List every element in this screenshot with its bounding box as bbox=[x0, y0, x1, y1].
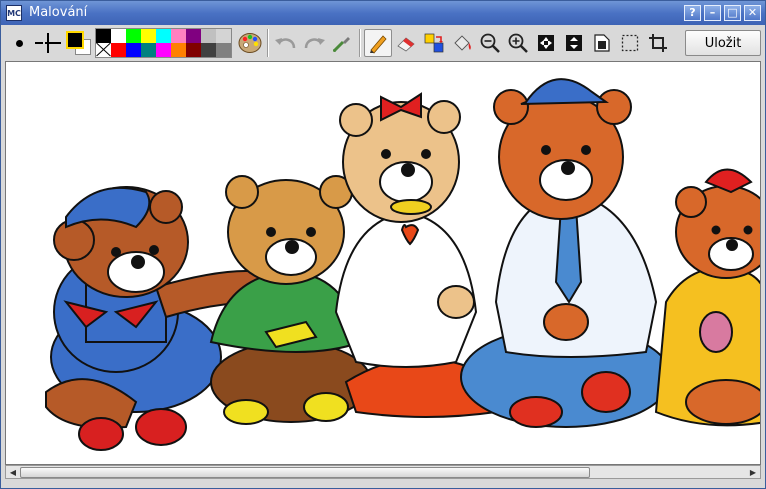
toolbar: Uložit bbox=[5, 27, 761, 59]
zoom-in-icon bbox=[508, 33, 528, 53]
palette-swatch[interactable] bbox=[111, 43, 126, 57]
crop-icon bbox=[649, 34, 667, 52]
horizontal-scrollbar[interactable]: ◀ ▶ bbox=[5, 465, 761, 479]
help-button[interactable]: ? bbox=[684, 5, 701, 21]
brush-size-button[interactable] bbox=[5, 29, 33, 57]
drawing-canvas[interactable] bbox=[5, 61, 761, 465]
palette-swatch[interactable] bbox=[201, 29, 216, 43]
color-palette bbox=[95, 28, 232, 58]
color-picker-button[interactable] bbox=[236, 29, 264, 57]
palette-swatch[interactable] bbox=[96, 43, 111, 57]
redo-icon bbox=[304, 38, 325, 49]
teddy-bears-image bbox=[45, 78, 760, 451]
scroll-right-icon[interactable]: ▶ bbox=[747, 467, 759, 478]
title-bar[interactable]: MC Malování ? – □ ✕ bbox=[1, 1, 765, 25]
palette-icon bbox=[238, 33, 262, 53]
fill-bucket-icon bbox=[454, 35, 471, 51]
zoom-out-button[interactable] bbox=[476, 29, 504, 57]
minimize-button[interactable]: – bbox=[704, 5, 721, 21]
resize-icon bbox=[566, 35, 582, 51]
color-replace-icon bbox=[424, 33, 444, 53]
palette-swatch[interactable] bbox=[111, 29, 126, 43]
resize-button[interactable] bbox=[560, 29, 588, 57]
zoom-out-icon bbox=[480, 33, 500, 53]
palette-swatch[interactable] bbox=[156, 29, 171, 43]
maximize-button[interactable]: □ bbox=[724, 5, 741, 21]
image-properties-button[interactable] bbox=[588, 29, 616, 57]
palette-swatch[interactable] bbox=[141, 29, 156, 43]
palette-swatch[interactable] bbox=[126, 29, 141, 43]
pencil-icon bbox=[370, 35, 387, 54]
paint-window: MC Malování ? – □ ✕ Uložit ◀ ▶ bbox=[0, 0, 766, 489]
window-title: Malování bbox=[29, 5, 88, 20]
zoom-in-button[interactable] bbox=[504, 29, 532, 57]
foreground-color bbox=[66, 31, 84, 49]
current-colors[interactable] bbox=[63, 29, 93, 57]
pencil-button[interactable] bbox=[364, 29, 392, 57]
redo-button[interactable] bbox=[300, 29, 328, 57]
palette-swatch[interactable] bbox=[186, 43, 201, 57]
bear-yellow-dress bbox=[654, 168, 760, 427]
color-replace-button[interactable] bbox=[420, 29, 448, 57]
bear-shirt-tie bbox=[460, 78, 672, 428]
eraser-button[interactable] bbox=[392, 29, 420, 57]
palette-swatch[interactable] bbox=[171, 43, 186, 57]
palette-swatch[interactable] bbox=[186, 29, 201, 43]
fill-bucket-button[interactable] bbox=[448, 29, 476, 57]
palette-swatch[interactable] bbox=[171, 29, 186, 43]
undo-button[interactable] bbox=[272, 29, 300, 57]
dot-icon bbox=[15, 39, 23, 47]
eyedropper-icon bbox=[332, 37, 350, 53]
palette-swatch[interactable] bbox=[141, 43, 156, 57]
save-button[interactable]: Uložit bbox=[685, 30, 761, 56]
palette-swatch[interactable] bbox=[216, 43, 231, 57]
undo-icon bbox=[275, 38, 296, 49]
palette-swatch[interactable] bbox=[126, 43, 141, 57]
fit-to-window-button[interactable] bbox=[532, 29, 560, 57]
select-button[interactable] bbox=[616, 29, 644, 57]
palette-swatch[interactable] bbox=[216, 29, 231, 43]
selection-icon bbox=[621, 34, 639, 52]
app-icon: MC bbox=[6, 5, 22, 21]
eraser-icon bbox=[397, 37, 415, 52]
fit-icon bbox=[538, 35, 554, 51]
close-button[interactable]: ✕ bbox=[744, 5, 761, 21]
palette-swatch[interactable] bbox=[201, 43, 216, 57]
scroll-left-icon[interactable]: ◀ bbox=[7, 467, 19, 478]
palette-swatch[interactable] bbox=[96, 29, 111, 43]
palette-swatch[interactable] bbox=[156, 43, 171, 57]
eyedropper-button[interactable] bbox=[328, 29, 356, 57]
document-icon bbox=[594, 34, 610, 52]
line-width-button[interactable] bbox=[33, 29, 63, 57]
crop-button[interactable] bbox=[644, 29, 672, 57]
scrollbar-thumb[interactable] bbox=[20, 467, 590, 478]
